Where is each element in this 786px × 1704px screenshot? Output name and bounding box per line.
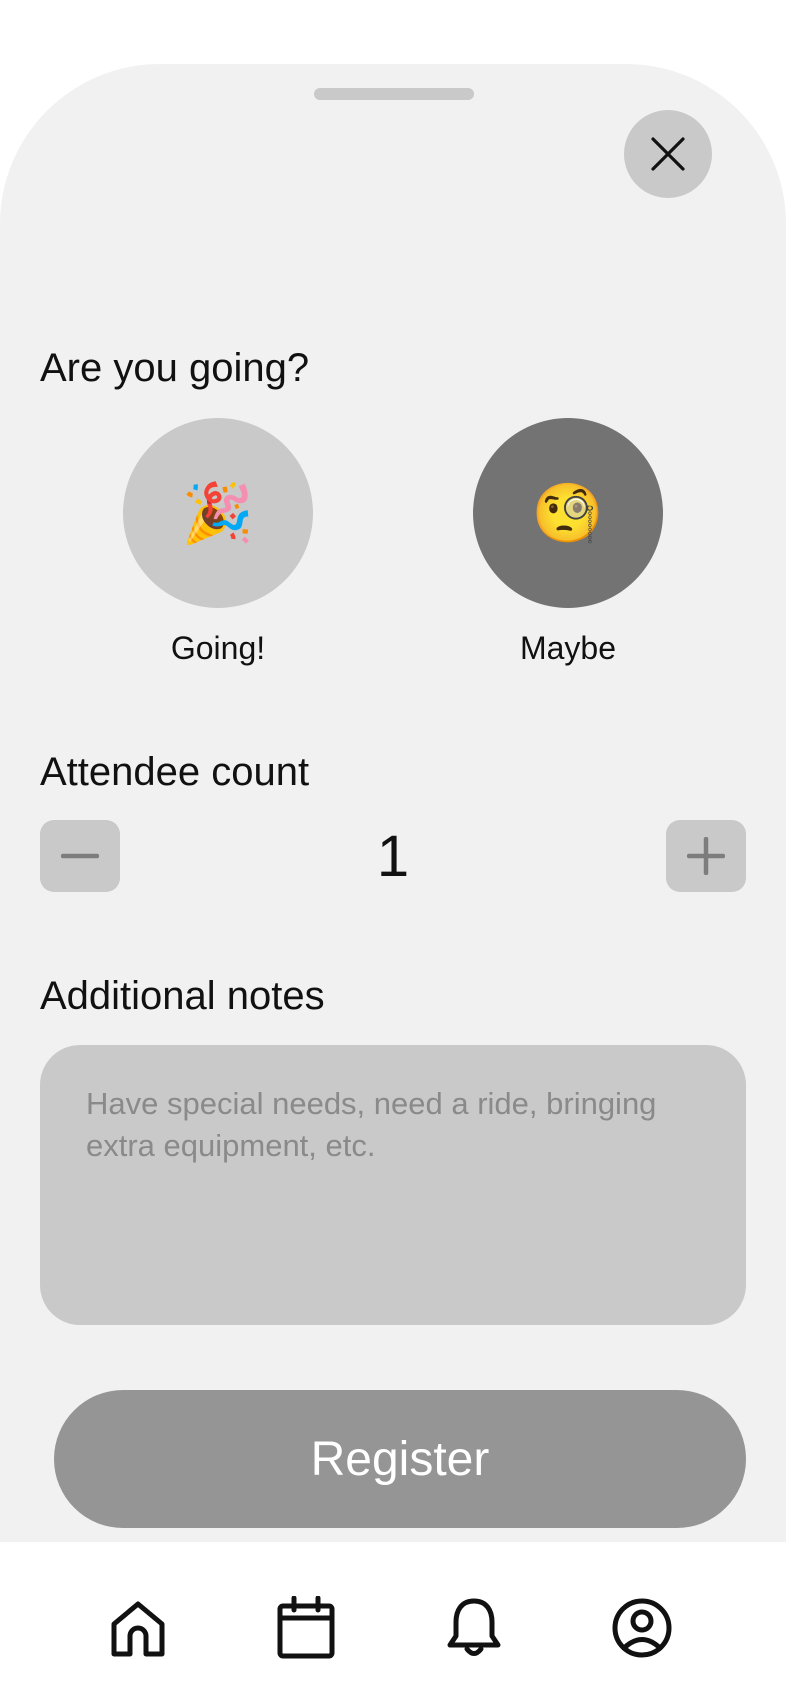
rsvp-maybe-circle[interactable]: 🧐	[473, 418, 663, 608]
rsvp-going-circle[interactable]: 🎉	[123, 418, 313, 608]
rsvp-going-label: Going!	[170, 630, 266, 666]
party-popper-icon: 🎉	[181, 479, 255, 547]
rsvp-option-going[interactable]: 🎉 Going!	[123, 418, 313, 668]
additional-notes-title: Additional notes	[40, 974, 325, 1018]
close-button[interactable]	[624, 110, 712, 198]
user-circle-icon	[612, 1598, 672, 1658]
decrement-button[interactable]	[40, 820, 120, 892]
face-with-monocle-icon: 🧐	[531, 479, 605, 547]
rsvp-maybe-label: Maybe	[519, 630, 617, 666]
minus-icon	[61, 853, 99, 859]
tab-profile[interactable]	[606, 1592, 678, 1664]
rsvp-title: Are you going?	[40, 346, 310, 390]
home-icon	[111, 1601, 165, 1657]
tab-notifications[interactable]	[438, 1592, 510, 1664]
sheet-drag-handle[interactable]	[314, 88, 474, 100]
tab-home[interactable]	[102, 1592, 174, 1664]
bottom-tab-bar	[0, 1542, 786, 1704]
plus-icon	[687, 837, 725, 875]
bell-icon	[447, 1598, 501, 1656]
attendee-count-value: 1	[376, 824, 410, 889]
attendee-count-title: Attendee count	[40, 750, 310, 794]
calendar-icon	[277, 1596, 335, 1659]
increment-button[interactable]	[666, 820, 746, 892]
tab-calendar[interactable]	[270, 1592, 342, 1664]
register-button[interactable]: Register	[54, 1390, 746, 1528]
additional-notes-input[interactable]	[40, 1045, 746, 1325]
rsvp-option-maybe[interactable]: 🧐 Maybe	[473, 418, 663, 668]
close-icon	[651, 137, 685, 171]
